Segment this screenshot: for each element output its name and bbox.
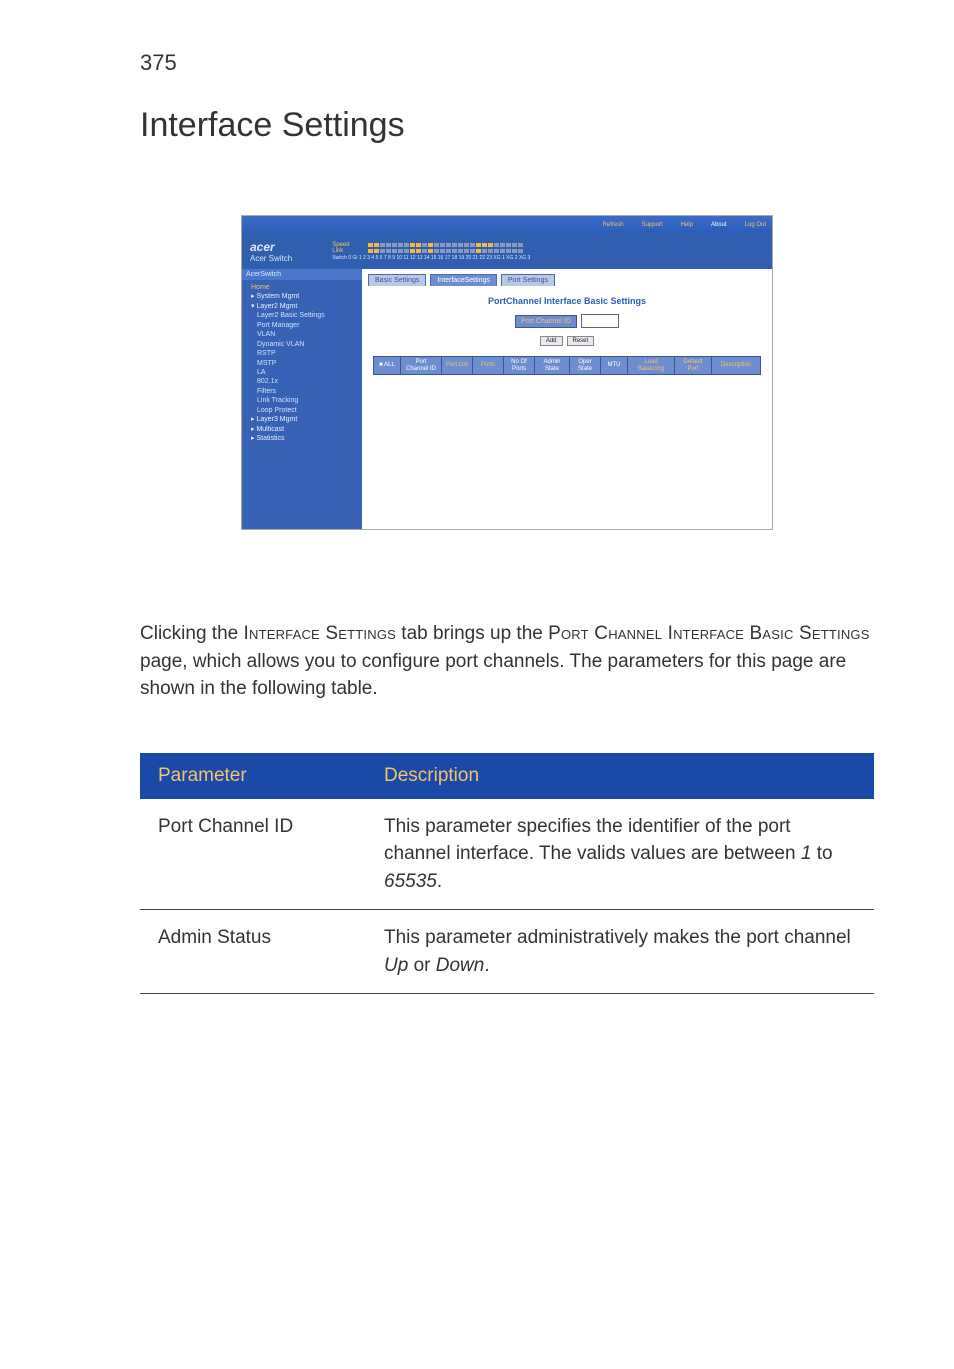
add-button[interactable]: Add bbox=[540, 336, 563, 346]
switch-port-numbers: Switch 0 Gi 1 2 3 4 5 6 7 8 9 10 11 12 1… bbox=[332, 255, 764, 261]
table-row: Port Channel ID This parameter specifies… bbox=[140, 799, 874, 910]
sidebar-item[interactable]: Filters bbox=[257, 387, 357, 396]
grid-header-row: ■ ALL Port Channel ID Port List Ports No… bbox=[373, 356, 761, 375]
speed-leds bbox=[368, 243, 523, 247]
sidebar-item[interactable]: ▸ Statistics bbox=[251, 434, 357, 443]
sidebar: AcerSwitch Home▸ System Mgmt▾ Layer2 Mgm… bbox=[242, 269, 362, 529]
desc-ital: 65535 bbox=[384, 871, 437, 892]
link-leds bbox=[368, 249, 523, 253]
sidebar-item[interactable]: RSTP bbox=[257, 349, 357, 358]
grid-col-defport: Default Port bbox=[675, 357, 712, 374]
sidebar-item[interactable]: LA bbox=[257, 368, 357, 377]
panel-title: PortChannel Interface Basic Settings bbox=[370, 296, 764, 306]
page-number: 375 bbox=[140, 50, 874, 76]
top-link-refresh[interactable]: Refresh bbox=[603, 222, 624, 228]
param-name-cell: Admin Status bbox=[140, 910, 366, 994]
sidebar-item[interactable]: ▾ Layer2 Mgmt bbox=[251, 302, 357, 311]
grid-col-ports: Ports bbox=[473, 357, 504, 374]
sidebar-item[interactable]: ▸ System Mgmt bbox=[251, 292, 357, 301]
sidebar-item[interactable]: ▸ Layer3 Mgmt bbox=[251, 415, 357, 424]
sidebar-item[interactable]: Layer2 Basic Settings bbox=[257, 311, 357, 320]
page-title: Interface Settings bbox=[140, 106, 874, 145]
tabs-bar: Basic Settings InterfaceSettings Port Se… bbox=[362, 269, 772, 286]
grid-col-pcid: Port Channel ID bbox=[401, 357, 442, 374]
sidebar-item[interactable]: Link Tracking bbox=[257, 396, 357, 405]
figure-brandbar: acer Acer Switch Speed Link bbox=[242, 234, 772, 269]
desc-frag: This parameter specifies the identifier … bbox=[384, 816, 801, 865]
top-link-about[interactable]: About bbox=[711, 222, 727, 228]
tab-port-settings[interactable]: Port Settings bbox=[501, 274, 555, 286]
tab-interface-settings[interactable]: InterfaceSettings bbox=[430, 274, 497, 286]
body-text-sc-port-channel: Port Channel Interface Basic Settings bbox=[548, 623, 870, 644]
desc-frag: . bbox=[437, 871, 442, 892]
desc-ital: Down bbox=[436, 955, 485, 976]
port-channel-id-input[interactable] bbox=[581, 314, 619, 328]
sidebar-item[interactable]: VLAN bbox=[257, 330, 357, 339]
body-text-frag: Clicking the bbox=[140, 623, 244, 644]
grid-col-adminstate: Admin State bbox=[535, 357, 570, 374]
sidebar-item[interactable]: MSTP bbox=[257, 359, 357, 368]
grid-col-operstate: Oper State bbox=[570, 357, 601, 374]
body-text-sc-interface-settings: Interface Settings bbox=[244, 623, 397, 644]
sidebar-title: AcerSwitch bbox=[242, 269, 362, 280]
table-row: Admin Status This parameter administrati… bbox=[140, 910, 874, 994]
grid-col-all[interactable]: ■ ALL bbox=[374, 357, 401, 374]
desc-frag: This parameter administratively makes th… bbox=[384, 927, 851, 948]
grid-col-mtu: MTU bbox=[601, 357, 628, 374]
grid-col-noports: No Of Ports bbox=[504, 357, 535, 374]
sidebar-item[interactable]: Loop Protect bbox=[257, 406, 357, 415]
grid-col-loadbal: Load Balancing bbox=[628, 357, 675, 374]
tab-basic-settings[interactable]: Basic Settings bbox=[368, 274, 426, 286]
desc-ital: 1 bbox=[801, 843, 812, 864]
parameters-table: Parameter Description Port Channel ID Th… bbox=[140, 753, 874, 995]
figure-container: Refresh Support Help About Log Out acer … bbox=[140, 215, 874, 530]
link-label: Link bbox=[332, 248, 364, 254]
body-paragraph: Clicking the Interface Settings tab brin… bbox=[140, 620, 874, 703]
sidebar-item[interactable]: Port Manager bbox=[257, 321, 357, 330]
brand-subtitle: Acer Switch bbox=[250, 254, 292, 263]
param-name-cell: Port Channel ID bbox=[140, 799, 366, 910]
sidebar-item[interactable]: ▸ Multicast bbox=[251, 425, 357, 434]
brand-logo: acer bbox=[250, 240, 292, 254]
sidebar-item[interactable]: Dynamic VLAN bbox=[257, 340, 357, 349]
body-text-frag: page, which allows you to configure port… bbox=[140, 651, 846, 700]
port-channel-id-label: Port Channel ID bbox=[515, 315, 577, 328]
param-desc-cell: This parameter specifies the identifier … bbox=[366, 799, 874, 910]
desc-frag: or bbox=[408, 955, 435, 976]
param-desc-cell: This parameter administratively makes th… bbox=[366, 910, 874, 994]
top-link-help[interactable]: Help bbox=[681, 222, 693, 228]
figure-topbar: Refresh Support Help About Log Out bbox=[242, 216, 772, 234]
screenshot-figure: Refresh Support Help About Log Out acer … bbox=[241, 215, 773, 530]
col-header-description: Description bbox=[366, 753, 874, 799]
desc-frag: . bbox=[484, 955, 489, 976]
desc-ital: Up bbox=[384, 955, 408, 976]
sidebar-item[interactable]: Home bbox=[251, 283, 357, 292]
sidebar-item[interactable]: 802.1x bbox=[257, 377, 357, 386]
grid-col-desc: Description bbox=[712, 357, 760, 374]
top-link-logout[interactable]: Log Out bbox=[745, 222, 766, 228]
port-led-block: Speed Link Switch 0 Gi 1 2 3 4 5 6 7 8 9… bbox=[332, 242, 764, 261]
body-text-frag: tab brings up the bbox=[396, 623, 548, 644]
desc-frag: to bbox=[811, 843, 832, 864]
grid-col-portlist: Port List bbox=[442, 357, 473, 374]
reset-button[interactable]: Reset bbox=[567, 336, 595, 346]
col-header-parameter: Parameter bbox=[140, 753, 366, 799]
top-link-support[interactable]: Support bbox=[642, 222, 663, 228]
